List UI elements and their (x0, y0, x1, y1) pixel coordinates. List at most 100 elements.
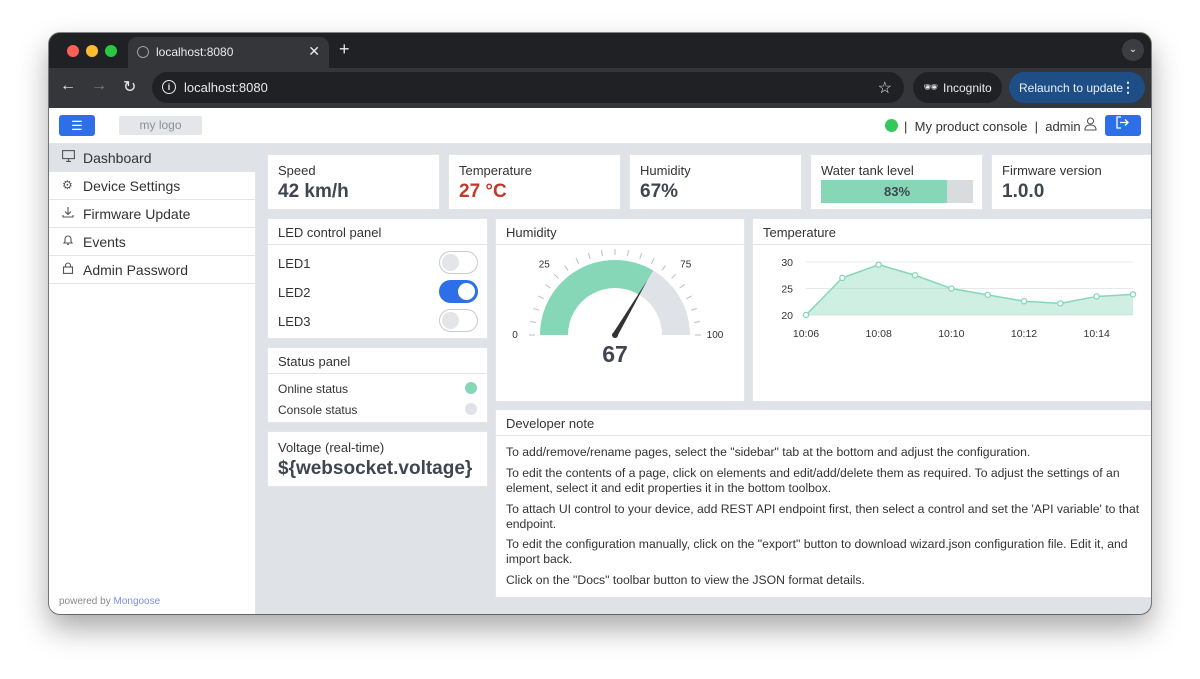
browser-window: localhost:8080 ✕ + ⌄ ← → ↻ i localhost:8… (49, 33, 1151, 614)
developer-note-line: To edit the configuration manually, clic… (506, 537, 1128, 566)
gauge-tick (538, 295, 544, 300)
sidebar-item-firmware-update[interactable]: Firmware Update (49, 200, 256, 228)
relaunch-button[interactable]: Relaunch to update ⋮ (1009, 72, 1145, 103)
developer-note-line: To attach UI control to your device, add… (506, 502, 1140, 531)
username: admin (1045, 119, 1081, 134)
page-content: ☰ my logo | My product console | admin D… (49, 108, 1151, 614)
site-info-icon[interactable]: i (162, 80, 176, 94)
gauge-tick (545, 284, 551, 289)
chart-point (1057, 300, 1064, 307)
tab-title: localhost:8080 (156, 45, 234, 59)
gauge-tick (671, 273, 677, 279)
url-text[interactable]: localhost:8080 (184, 80, 268, 95)
logout-button[interactable] (1105, 115, 1141, 136)
sidebar: Dashboard ⚙ Device Settings Firmware Upd… (49, 144, 256, 614)
online-indicator (885, 119, 898, 132)
browser-tab[interactable]: localhost:8080 ✕ (128, 37, 329, 68)
chart-y-tick-label: 25 (781, 284, 793, 296)
developer-note-title: Developer note (496, 410, 1151, 436)
voltage-card: Voltage (real-time) ${websocket.voltage} (267, 431, 488, 487)
sidebar-item-label: Admin Password (83, 262, 189, 278)
led3-toggle[interactable] (439, 309, 478, 332)
close-window-button[interactable] (67, 45, 79, 57)
relaunch-label: Relaunch to update (1019, 81, 1124, 95)
sidebar-item-device-settings[interactable]: ⚙ Device Settings (49, 172, 256, 200)
user-icon[interactable] (1084, 117, 1097, 134)
close-tab-icon[interactable]: ✕ (308, 43, 320, 60)
gear-icon: ⚙ (62, 178, 73, 192)
logo: my logo (119, 116, 202, 135)
header-info: | My product console | admin (904, 119, 1081, 134)
toggle-knob (442, 254, 459, 271)
maximize-window-button[interactable] (105, 45, 117, 57)
sidebar-item-label: Device Settings (83, 178, 181, 194)
lock-icon (62, 262, 74, 277)
led-panel-title: LED control panel (268, 219, 487, 245)
online-status-dot (465, 382, 477, 394)
sidebar-item-events[interactable]: Events (49, 228, 256, 256)
firmware-card: Firmware version 1.0.0 (991, 154, 1151, 210)
new-tab-button[interactable]: + (339, 39, 350, 60)
gauge-tick-label: 0 (512, 330, 518, 341)
chart-point (1093, 293, 1100, 300)
sidebar-item-dashboard[interactable]: Dashboard (49, 144, 256, 172)
status-panel-title: Status panel (268, 348, 487, 374)
monitor-icon (62, 150, 75, 165)
gauge-tick-label: 75 (680, 259, 692, 270)
voltage-label: Voltage (real-time) (278, 440, 385, 455)
humidity-gauge-panel: Humidity 025507510067 (495, 218, 745, 402)
led1-toggle[interactable] (439, 251, 478, 274)
gauge-tick (690, 307, 697, 311)
incognito-indicator[interactable]: 🕶 Incognito (913, 72, 1002, 103)
forward-button[interactable]: → (91, 77, 107, 95)
sidebar-item-label: Firmware Update (83, 206, 191, 222)
water-tank-progress-bar: 83% (821, 180, 973, 203)
reload-button[interactable]: ↻ (123, 77, 136, 97)
temperature-card: Temperature 27 °C (448, 154, 621, 210)
chart-point (839, 274, 846, 282)
console-status-dot (465, 403, 477, 415)
hamburger-menu-button[interactable]: ☰ (59, 115, 95, 136)
chart-y-tick-label: 30 (781, 257, 793, 269)
gauge-tick (639, 253, 643, 260)
chart-point (1129, 291, 1137, 298)
developer-note-line: To add/remove/rename pages, select the "… (506, 445, 1031, 459)
more-menu-icon[interactable]: ⋮ (1121, 79, 1135, 96)
gauge-tick (693, 321, 701, 323)
chart-point (948, 285, 955, 292)
logout-icon (1116, 116, 1129, 129)
humidity-value: 67% (640, 181, 679, 202)
gauge-tick-label: 25 (539, 259, 551, 270)
gauge-needle-hub (612, 332, 618, 338)
led2-label: LED2 (278, 285, 311, 300)
bell-icon (62, 234, 74, 249)
sidebar-item-label: Events (83, 234, 126, 250)
chart-point (802, 311, 810, 319)
gauge-tick (601, 249, 603, 257)
separator: | (904, 119, 908, 134)
chart-area (806, 264, 1133, 315)
powered-prefix: powered by (59, 596, 111, 607)
developer-note-line: To edit the contents of a page, click on… (506, 466, 1120, 495)
gauge-tick (529, 321, 537, 323)
led2-toggle[interactable] (439, 280, 478, 303)
bookmark-star-icon[interactable]: ☆ (878, 78, 892, 98)
minimize-window-button[interactable] (86, 45, 98, 57)
gauge-tick (575, 258, 580, 264)
gauge-tick (564, 265, 569, 271)
incognito-label: Incognito (943, 81, 992, 95)
speed-card: Speed 42 km/h (267, 154, 440, 210)
back-button[interactable]: ← (60, 77, 76, 95)
address-bar[interactable]: i localhost:8080 ☆ (152, 72, 904, 103)
tab-search-button[interactable]: ⌄ (1122, 39, 1144, 61)
incognito-icon: 🕶 (923, 80, 939, 94)
gauge-tick (627, 249, 629, 257)
temperature-chart: 20 25 30 10:06 10:08 10:10 10:12 10:14 (781, 257, 1137, 340)
gauge-tick (650, 258, 655, 264)
chart-x-tick-label: 10:08 (866, 328, 892, 340)
mongoose-link[interactable]: Mongoose (113, 596, 160, 607)
gauge-tick (686, 295, 692, 300)
sidebar-item-admin-password[interactable]: Admin Password (49, 256, 256, 284)
temperature-chart-panel: Temperature 20 25 30 10:06 10:08 10:10 10:12 10… (752, 218, 1151, 402)
firmware-label: Firmware version (1002, 163, 1102, 178)
